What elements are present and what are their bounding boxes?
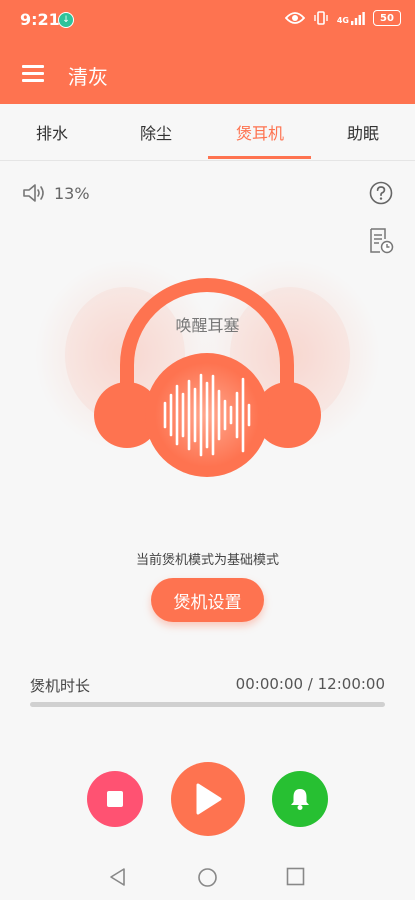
- help-icon[interactable]: [369, 181, 393, 205]
- burn-in-settings-button[interactable]: 煲机设置: [151, 578, 264, 622]
- headphone-caption: 唤醒耳塞: [175, 316, 240, 335]
- page-title: 清灰: [68, 65, 108, 89]
- status-indicators: 4G 50: [284, 10, 401, 26]
- tab-dust-removal[interactable]: 除尘: [104, 104, 208, 160]
- signal-icon: 4G: [336, 11, 365, 25]
- bell-icon: [291, 789, 309, 810]
- battery-indicator: 50: [373, 10, 401, 26]
- tab-drain[interactable]: 排水: [0, 104, 104, 160]
- recents-square-icon[interactable]: [286, 867, 305, 886]
- current-mode-text: 当前煲机模式为基础模式: [135, 553, 279, 568]
- tab-bar: 排水 除尘 煲耳机 助眠: [0, 104, 415, 161]
- tab-burn-in[interactable]: 煲耳机: [208, 104, 312, 160]
- volume-level: 13%: [54, 184, 90, 203]
- eye-icon: [284, 12, 305, 24]
- tab-active-indicator: [208, 156, 311, 159]
- duration-time: 00:00:00 / 12:00:00: [235, 675, 385, 693]
- stop-button[interactable]: [87, 771, 143, 827]
- duration-label: 煲机时长: [30, 677, 91, 695]
- home-circle-icon[interactable]: [197, 867, 218, 888]
- back-triangle-icon[interactable]: [108, 867, 128, 887]
- headphone-waveform-icon: [35, 260, 380, 477]
- stop-icon: [107, 791, 123, 807]
- duration-progress-bar[interactable]: [30, 702, 385, 707]
- play-icon: [196, 783, 222, 815]
- download-notification-icon: ↓: [58, 12, 74, 28]
- headphone-illustration: 唤醒耳塞: [30, 255, 385, 495]
- history-log-icon[interactable]: [368, 227, 394, 255]
- speaker-icon[interactable]: [22, 182, 46, 204]
- status-time: 9:21: [20, 10, 60, 29]
- play-button[interactable]: [171, 762, 245, 836]
- vibrate-icon: [314, 11, 328, 25]
- app-bar: 清灰: [0, 40, 415, 104]
- system-navigation-bar: [0, 854, 415, 900]
- status-bar: 9:21 ↓ 4G 50: [0, 0, 415, 40]
- hamburger-menu-icon[interactable]: [22, 65, 44, 82]
- bell-button[interactable]: [272, 771, 328, 827]
- network-type-label: 4G: [336, 15, 349, 25]
- tab-sleep-aid[interactable]: 助眠: [311, 104, 415, 160]
